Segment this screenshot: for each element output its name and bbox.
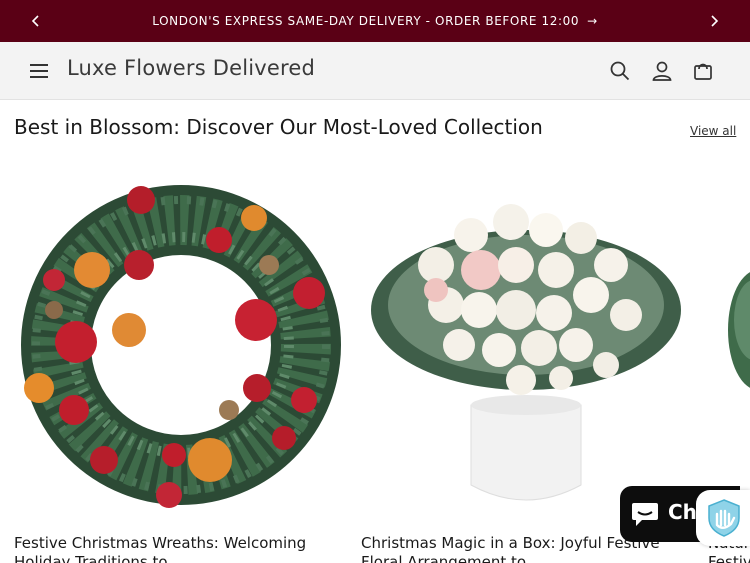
section-title: Best in Blossom: Discover Our Most-Loved… bbox=[14, 115, 543, 139]
trust-badge[interactable] bbox=[696, 490, 750, 546]
product-card[interactable]: Christmas Magic in a Box: Joyful Festive… bbox=[361, 170, 696, 563]
product-title[interactable]: Festive Christmas Wreaths: Welcoming bbox=[14, 533, 334, 553]
product-title-line2[interactable]: Festiv bbox=[708, 553, 750, 563]
brand-logo[interactable]: Luxe Flowers Delivered bbox=[67, 56, 315, 80]
search-icon bbox=[610, 61, 630, 81]
product-title-line2[interactable]: Floral Arrangement to... bbox=[361, 553, 540, 563]
chat-label: Ch bbox=[668, 500, 697, 524]
arrow-right-icon: → bbox=[587, 14, 598, 28]
floral-box-product-image bbox=[371, 204, 681, 501]
product-title-line2[interactable]: Holiday Traditions to... bbox=[14, 553, 182, 563]
chevron-right-icon bbox=[711, 15, 719, 27]
announcement-bar: LONDON'S EXPRESS SAME-DAY DELIVERY - ORD… bbox=[0, 0, 750, 42]
wreath-product-image bbox=[21, 185, 341, 508]
search-button[interactable] bbox=[607, 58, 633, 84]
announcement-text: LONDON'S EXPRESS SAME-DAY DELIVERY - ORD… bbox=[152, 14, 580, 28]
account-button[interactable] bbox=[649, 58, 675, 84]
user-icon bbox=[652, 61, 672, 81]
announcement-message[interactable]: LONDON'S EXPRESS SAME-DAY DELIVERY - ORD… bbox=[0, 0, 750, 42]
site-header: Luxe Flowers Delivered bbox=[0, 42, 750, 100]
view-all-link[interactable]: View all bbox=[690, 124, 736, 138]
chat-bubble-icon bbox=[632, 503, 658, 526]
shield-hand-icon bbox=[708, 499, 740, 537]
product-image-partial bbox=[728, 272, 750, 388]
product-card[interactable]: Natur Festiv bbox=[708, 170, 750, 563]
product-card[interactable]: Festive Christmas Wreaths: Welcoming Hol… bbox=[14, 170, 349, 563]
next-announcement-button[interactable] bbox=[694, 0, 734, 42]
hamburger-icon bbox=[30, 64, 48, 78]
shopping-bag-icon bbox=[694, 63, 712, 80]
menu-button[interactable] bbox=[26, 59, 52, 83]
cart-button[interactable] bbox=[690, 58, 716, 84]
